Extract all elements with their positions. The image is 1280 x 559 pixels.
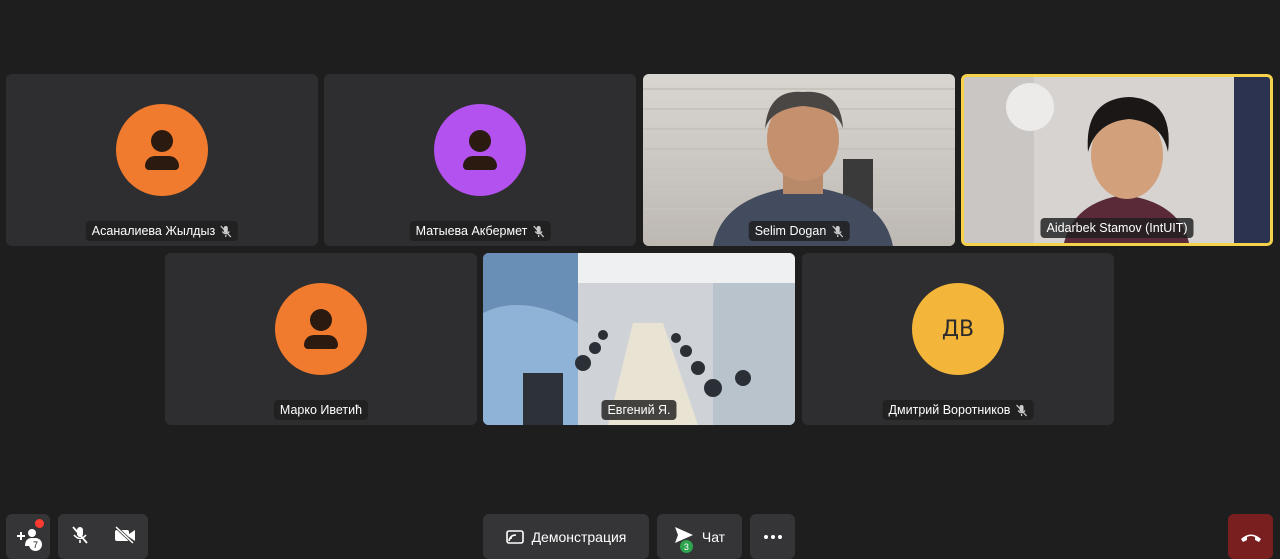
participant-name-pill: Selim Dogan bbox=[748, 221, 850, 241]
participant-name-pill: Дмитрий Воротников bbox=[882, 400, 1034, 420]
chat-unread-badge: 3 bbox=[679, 540, 693, 553]
participant-tile-7[interactable]: ДВ Дмитрий Воротников bbox=[802, 253, 1114, 425]
chat-button[interactable]: 3 Чат bbox=[657, 514, 742, 559]
mic-off-icon bbox=[1015, 404, 1027, 417]
participant-tile-6[interactable]: Евгений Я. bbox=[483, 253, 795, 425]
mic-off-icon bbox=[72, 526, 88, 544]
mic-off-icon bbox=[831, 225, 843, 238]
participant-name-pill: Матыева Акбермет bbox=[409, 221, 551, 241]
participant-tile-5[interactable]: Марко Иветић bbox=[165, 253, 477, 425]
participant-name-pill: Евгений Я. bbox=[601, 400, 677, 420]
participant-avatar bbox=[434, 104, 526, 196]
screen-share-label: Демонстрация bbox=[531, 528, 627, 545]
mic-off-icon bbox=[220, 225, 232, 238]
participant-name: Евгений Я. bbox=[607, 403, 671, 417]
more-options-button[interactable] bbox=[750, 514, 795, 559]
camera-toggle-button[interactable] bbox=[114, 525, 136, 547]
participant-name-pill: Aidarbek Stamov (IntUIT) bbox=[1040, 218, 1194, 238]
screen-share-button[interactable]: Демонстрация bbox=[483, 514, 649, 559]
participant-avatar bbox=[116, 104, 208, 196]
mic-toggle-button[interactable] bbox=[70, 525, 90, 548]
hang-up-icon bbox=[1240, 534, 1261, 542]
camera-off-icon bbox=[114, 525, 135, 545]
media-controls-group bbox=[58, 514, 148, 559]
participant-name-pill: Асаналиева Жылдыз bbox=[85, 221, 239, 241]
more-icon bbox=[763, 534, 782, 539]
participant-tile-4-active-speaker[interactable]: Aidarbek Stamov (IntUIT) bbox=[961, 74, 1273, 246]
mic-off-icon bbox=[532, 225, 544, 238]
invite-participants-button[interactable]: 7 bbox=[6, 514, 50, 559]
participant-tile-3[interactable]: Selim Dogan bbox=[643, 74, 955, 246]
screen-share-icon bbox=[505, 529, 524, 544]
participant-name-pill: Марко Иветић bbox=[273, 400, 369, 420]
participant-name: Матыева Акбермет bbox=[415, 224, 528, 238]
notification-dot bbox=[35, 519, 44, 528]
participant-tile-2[interactable]: Матыева Акбермет bbox=[324, 74, 636, 246]
participants-count-badge: 7 bbox=[29, 538, 42, 551]
end-call-button[interactable] bbox=[1228, 514, 1273, 559]
participant-name: Дмитрий Воротников bbox=[888, 403, 1011, 417]
participant-avatar bbox=[275, 283, 367, 375]
participant-tile-1[interactable]: Асаналиева Жылдыз bbox=[6, 74, 318, 246]
participant-avatar-initials: ДВ bbox=[912, 283, 1004, 375]
participant-name: Selim Dogan bbox=[754, 224, 827, 238]
participant-name: Асаналиева Жылдыз bbox=[91, 224, 216, 238]
participant-name: Aidarbek Stamov (IntUIT) bbox=[1046, 221, 1188, 235]
chat-label: Чат bbox=[701, 528, 726, 545]
participant-name: Марко Иветић bbox=[279, 403, 363, 417]
